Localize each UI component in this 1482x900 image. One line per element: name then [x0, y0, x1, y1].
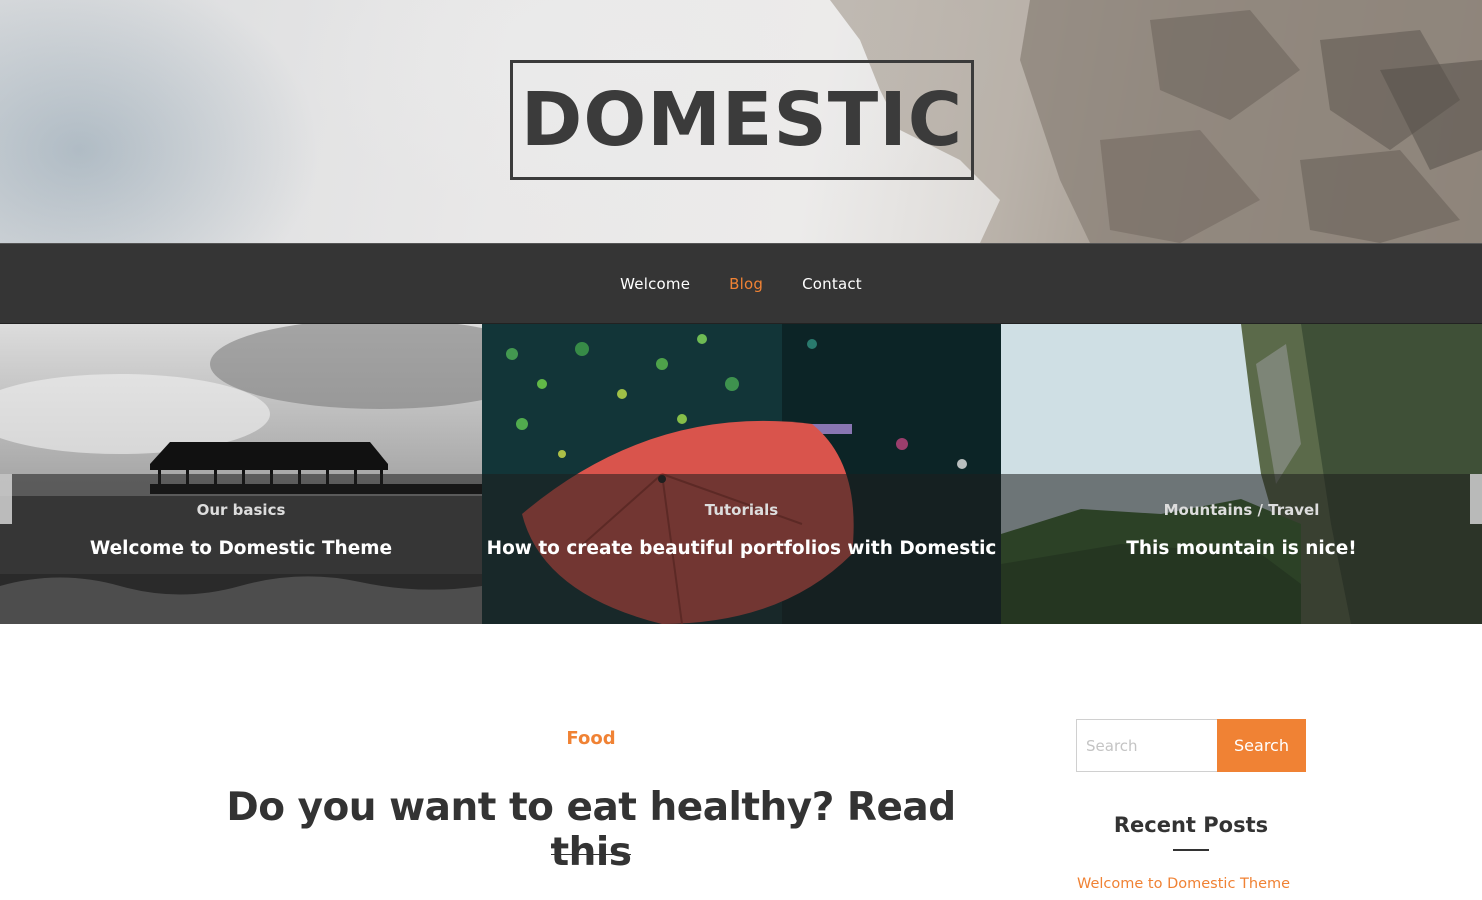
slide-title[interactable]: Welcome to Domestic Theme — [0, 538, 482, 559]
slide-title[interactable]: How to create beautiful portfolios with … — [482, 538, 1001, 559]
slide-category[interactable]: Tutorials — [482, 501, 1001, 519]
nav-item-contact[interactable]: Contact — [802, 275, 862, 293]
search-input[interactable] — [1076, 719, 1217, 772]
recent-posts-divider — [1173, 849, 1209, 851]
slider-prev-arrow[interactable] — [0, 474, 12, 524]
nav-item-welcome[interactable]: Welcome — [620, 275, 690, 293]
slide-mountains-travel[interactable]: Mountains / Travel This mountain is nice… — [1001, 324, 1482, 624]
slide-title[interactable]: This mountain is nice! — [1001, 538, 1482, 559]
slide-our-basics[interactable]: Our basics Welcome to Domestic Theme — [0, 324, 482, 624]
slide-caption: Mountains / Travel This mountain is nice… — [1001, 474, 1482, 624]
recent-posts-title: Recent Posts — [1113, 813, 1269, 837]
site-logo[interactable]: DOMESTIC — [510, 60, 974, 180]
main-navigation: Welcome Blog Contact — [0, 243, 1482, 324]
post-category[interactable]: Food — [491, 728, 691, 749]
recent-post-link[interactable]: Welcome to Domestic Theme — [1077, 876, 1290, 892]
post-title[interactable]: Do you want to eat healthy? Read this — [190, 785, 992, 875]
site-header: DOMESTIC — [0, 0, 1482, 243]
slide-caption: Our basics Welcome to Domestic Theme — [0, 474, 482, 624]
slide-category[interactable]: Our basics — [0, 501, 482, 519]
search-button[interactable]: Search — [1217, 719, 1306, 772]
slide-caption: Tutorials How to create beautiful portfo… — [482, 474, 1001, 624]
slide-tutorials[interactable]: Tutorials How to create beautiful portfo… — [482, 324, 1001, 624]
slide-category[interactable]: Mountains / Travel — [1001, 501, 1482, 519]
nav-item-blog[interactable]: Blog — [729, 275, 763, 293]
post-title-divider — [551, 854, 631, 855]
featured-slider: Our basics Welcome to Domestic Theme Tut… — [0, 324, 1482, 624]
logo-text: DOMESTIC — [520, 77, 964, 163]
slider-next-arrow[interactable] — [1470, 474, 1482, 524]
